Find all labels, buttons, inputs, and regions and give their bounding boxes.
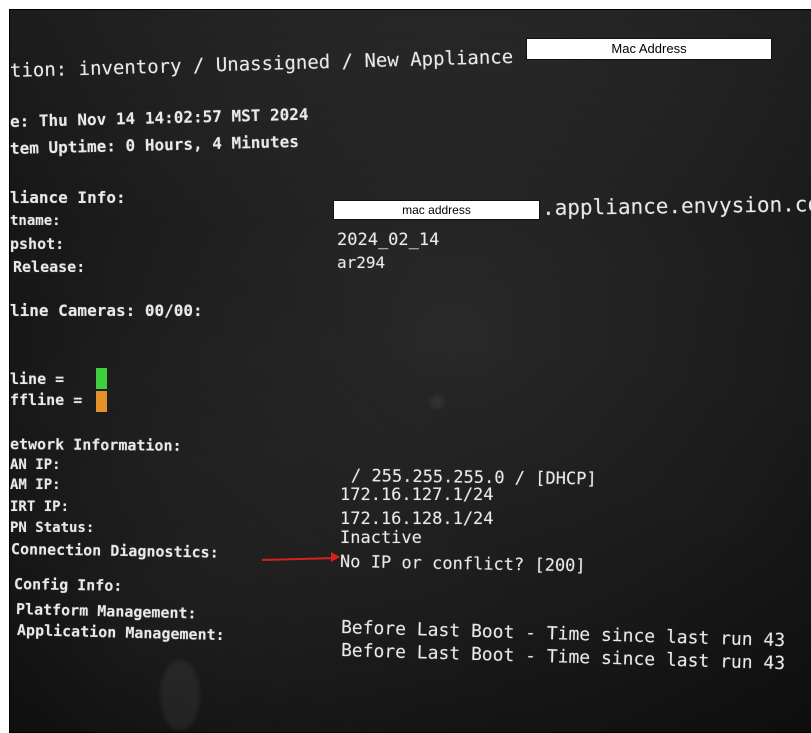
release-label: Release: <box>13 258 86 276</box>
vpn-ip-value: 172.16.128.1/24 <box>340 509 494 529</box>
offline-swatch <box>96 391 107 412</box>
release-value: ar294 <box>337 253 386 272</box>
appliance-info-header: liance Info: <box>10 188 126 207</box>
online-swatch <box>96 368 107 389</box>
date-line: e: Thu Nov 14 14:02:57 MST 2024 <box>9 104 309 131</box>
config-info-header: Config Info: <box>13 575 123 595</box>
virt-ip-value: 172.16.127.1/24 <box>340 485 494 505</box>
vpn-status-label: PN Status: <box>10 520 95 536</box>
virt-ip-label: IRT IP: <box>10 499 70 515</box>
snapshot-value: 2024_02_14 <box>337 230 440 250</box>
location-line: tion: inventory / Unassigned / New Appli… <box>9 45 514 82</box>
screen-glare <box>160 660 200 730</box>
online-legend-label: line = <box>10 370 65 388</box>
hostname-label: tname: <box>10 213 61 229</box>
snapshot-label: pshot: <box>10 235 65 253</box>
screen-glare <box>430 395 444 409</box>
terminal-photo: tion: inventory / Unassigned / New Appli… <box>9 9 811 733</box>
lan-ip-label: AN IP: <box>10 457 61 473</box>
network-info-header: etwork Information: <box>9 435 182 455</box>
red-arrow-head <box>331 552 340 562</box>
mac-address-redaction-top: Mac Address <box>526 38 772 60</box>
red-arrow <box>261 557 333 561</box>
connection-diagnostics-value: No IP or conflict? [200] <box>339 552 586 577</box>
offline-legend-label: ffline = <box>10 391 83 409</box>
cameras-line: line Cameras: 00/00: <box>10 301 203 320</box>
connection-diagnostics-label: Connection Diagnostics: <box>10 540 219 562</box>
vpn-status-value: Inactive <box>340 528 422 548</box>
mac-address-redaction-hostname: mac address <box>333 200 540 220</box>
hostname-suffix: .appliance.envysion.co <box>541 192 811 220</box>
uptime-line: tem Uptime: 0 Hours, 4 Minutes <box>9 131 300 158</box>
cam-ip-label: AM IP: <box>10 477 61 493</box>
platform-management-label: Platform Management: <box>15 600 197 623</box>
application-management-label: Application Management: <box>16 621 225 645</box>
